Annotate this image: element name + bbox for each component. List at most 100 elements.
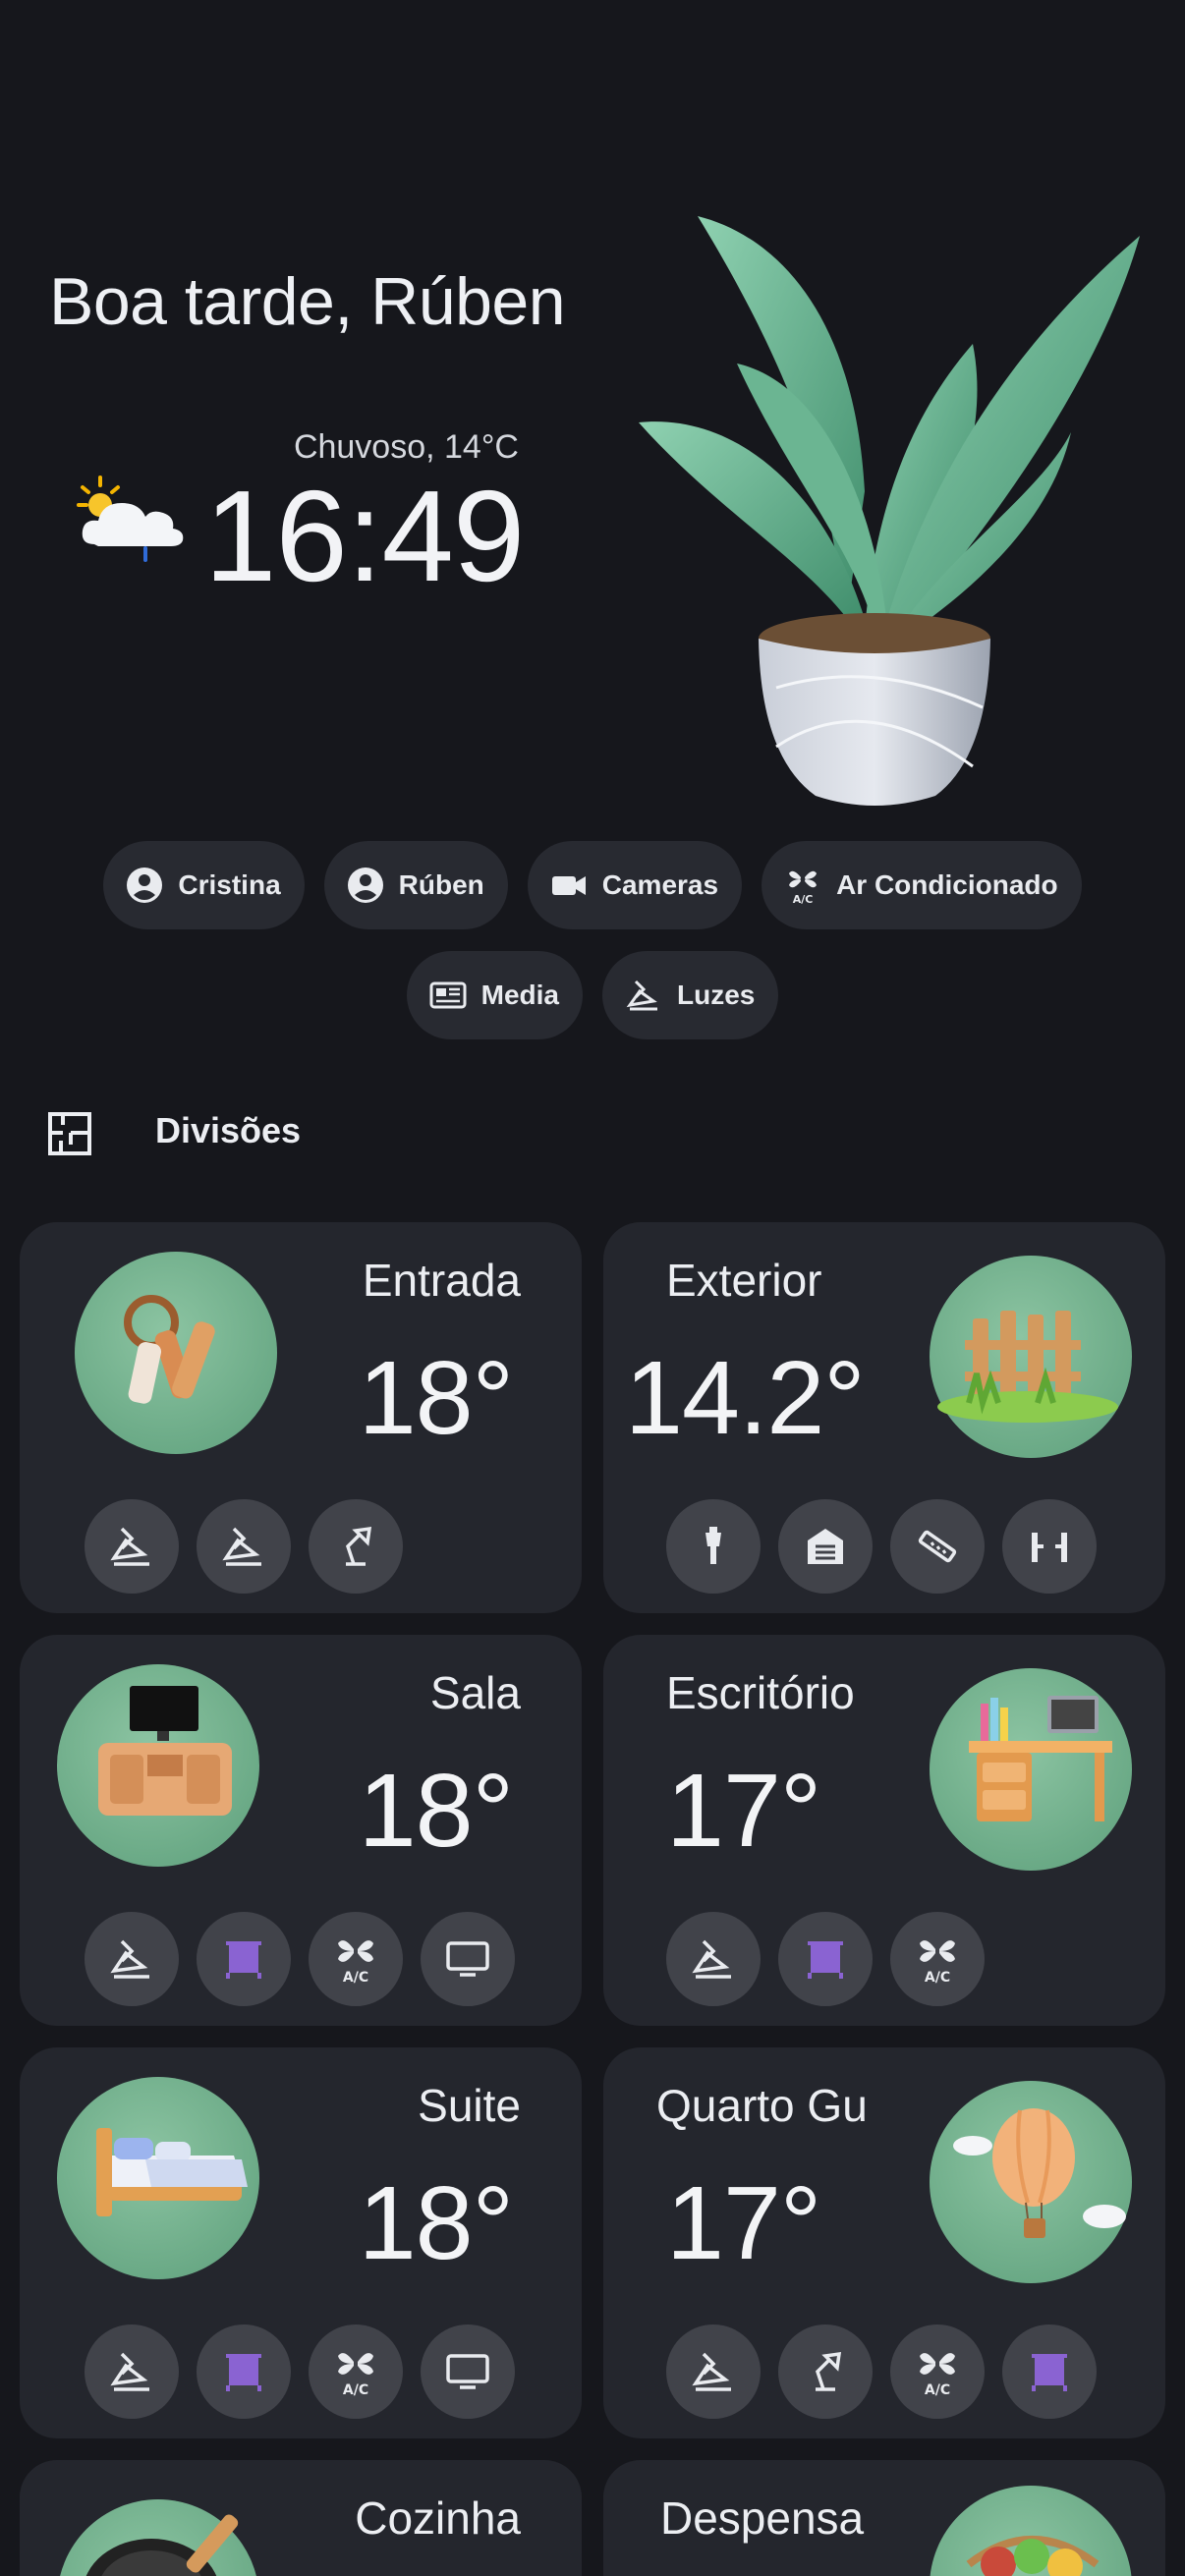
quick-chips: Cristina Rúben Cameras A/C Ar Condiciona… (0, 841, 1185, 1061)
room-image-balloon (930, 2081, 1132, 2283)
blinds-button[interactable] (1002, 2324, 1097, 2419)
room-temperature: 17° (666, 1753, 821, 1869)
device-row: A/C (85, 2324, 515, 2419)
ac-fan-icon: A/C (920, 2353, 955, 2397)
outdoor-lamp-button[interactable] (666, 1499, 761, 1594)
room-image-desk (930, 1668, 1132, 1871)
sprinkler-button[interactable] (890, 1499, 985, 1594)
blinds-button[interactable] (197, 1912, 291, 2006)
chip-label: Rúben (398, 869, 484, 900)
section-title: Divisões (155, 1110, 302, 1150)
greeting: Boa tarde, Rúben (49, 264, 566, 339)
room-image-basket (930, 2486, 1132, 2576)
ceiling-lamp-icon (222, 1527, 261, 1566)
room-image-pan (57, 2499, 259, 2576)
ac-fan-icon: A/C (338, 1940, 373, 1985)
room-card-escritorio[interactable]: Escritório 17° A/C (603, 1635, 1165, 2026)
svg-text:A/C: A/C (343, 2382, 368, 2397)
weather-summary: Chuvoso, 14°C (293, 428, 519, 466)
clock-time: 16:49 (204, 464, 525, 608)
ceiling-lamp-button[interactable] (666, 2324, 761, 2419)
ceiling-lamp-button[interactable] (666, 1912, 761, 2006)
partly-sunny-rain-icon (77, 476, 184, 562)
room-name: Quarto Gu (656, 2080, 868, 2131)
room-image-keys (75, 1252, 277, 1454)
chip-luzes[interactable]: Luzes (602, 951, 779, 1039)
ceiling-lamp-button[interactable] (85, 1912, 179, 2006)
ac-fan-icon: A/C (920, 1940, 955, 1985)
floor-plan-icon (48, 1112, 91, 1155)
outdoor-lamp-icon (705, 1527, 721, 1564)
gate-button[interactable] (1002, 1499, 1097, 1594)
room-card-entrada[interactable]: Entrada 18° (20, 1222, 582, 1613)
chip-ruben[interactable]: Rúben (323, 841, 508, 929)
ceiling-lamp-icon (110, 1939, 149, 1979)
room-card-exterior[interactable]: Exterior 14.2° (603, 1222, 1165, 1613)
blinds-icon (226, 1941, 261, 1979)
device-row: A/C (666, 2324, 1097, 2419)
blinds-icon (808, 1941, 843, 1979)
person-icon (127, 868, 163, 903)
device-row (666, 1499, 1097, 1594)
ac-button[interactable]: A/C (890, 1912, 985, 2006)
chip-media[interactable]: Media (406, 951, 583, 1039)
media-news-icon (429, 981, 467, 1009)
plant-illustration (639, 216, 1140, 806)
room-image-tv-unit (57, 1664, 259, 1867)
ac-button[interactable]: A/C (309, 2324, 403, 2419)
room-image-bed (57, 2077, 259, 2279)
chip-ar-condicionado[interactable]: A/C Ar Condicionado (762, 841, 1082, 929)
ac-button[interactable]: A/C (890, 2324, 985, 2419)
desk-lamp-button[interactable] (778, 2324, 873, 2419)
chip-label: Ar Condicionado (836, 869, 1058, 900)
room-temperature: 18° (358, 2165, 514, 2281)
device-row: A/C (666, 1912, 985, 2006)
chip-label: Media (480, 980, 559, 1010)
ceiling-lamp-button[interactable] (197, 1499, 291, 1594)
chip-cristina[interactable]: Cristina (103, 841, 305, 929)
person-icon (347, 868, 383, 903)
desk-lamp-button[interactable] (309, 1499, 403, 1594)
ac-fan-icon: A/C (338, 2353, 373, 2397)
section-header (47, 1104, 92, 1163)
chip-cameras[interactable]: Cameras (527, 841, 743, 929)
garage-icon (808, 1529, 843, 1564)
device-row: A/C (85, 1912, 515, 2006)
room-name: Suite (418, 2080, 521, 2131)
device-row (85, 1499, 403, 1594)
blinds-icon (226, 2354, 261, 2391)
room-name: Sala (429, 1667, 521, 1718)
sprinkler-icon (918, 1530, 957, 1563)
ceiling-lamp-button[interactable] (85, 2324, 179, 2419)
room-name: Escritório (666, 1667, 855, 1718)
svg-text:A/C: A/C (925, 2382, 950, 2397)
room-name: Exterior (666, 1255, 822, 1306)
garage-button[interactable] (778, 1499, 873, 1594)
room-card-quarto-gu[interactable]: Quarto Gu 17° A/C (603, 2047, 1165, 2438)
chip-label: Luzes (677, 980, 756, 1010)
room-name: Cozinha (355, 2492, 521, 2544)
tv-button[interactable] (421, 2324, 515, 2419)
room-card-suite[interactable]: Suite 18° A/C (20, 2047, 582, 2438)
tv-icon (446, 1941, 489, 1977)
room-temperature: 17° (666, 2165, 821, 2281)
blinds-button[interactable] (197, 2324, 291, 2419)
tv-icon (446, 2354, 489, 2389)
gate-icon (1032, 1533, 1067, 1562)
chip-label: Cameras (601, 869, 719, 900)
ac-fan-icon: A/C (789, 870, 818, 905)
ac-button[interactable]: A/C (309, 1912, 403, 2006)
ceiling-lamp-icon (692, 1939, 731, 1979)
ceiling-lamp-button[interactable] (85, 1499, 179, 1594)
room-card-cozinha[interactable]: Cozinha (20, 2460, 582, 2576)
video-camera-icon (551, 876, 586, 895)
room-temperature: 18° (358, 1340, 514, 1456)
tv-button[interactable] (421, 1912, 515, 2006)
ceiling-lamp-icon (692, 2352, 731, 2391)
ceiling-lamp-icon (110, 2352, 149, 2391)
blinds-button[interactable] (778, 1912, 873, 2006)
room-card-sala[interactable]: Sala 18° A/C (20, 1635, 582, 2026)
room-name: Despensa (660, 2492, 865, 2544)
room-temperature: 18° (358, 1753, 514, 1869)
room-card-despensa[interactable]: Despensa (603, 2460, 1165, 2576)
